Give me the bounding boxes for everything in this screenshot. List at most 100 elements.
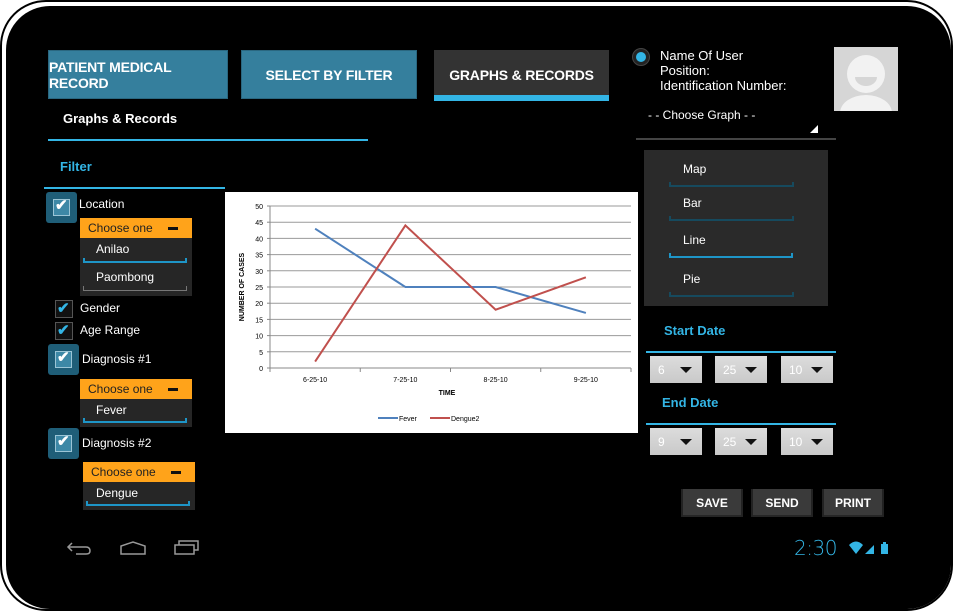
start-year-select[interactable]: 10	[781, 356, 833, 383]
diagnosis1-dropdown[interactable]: Choose one	[80, 379, 192, 399]
tab-patient-medical-record[interactable]: PATIENT MEDICAL RECORD	[48, 50, 228, 99]
back-icon[interactable]	[66, 542, 92, 556]
gender-checkbox[interactable]: ✔	[55, 300, 73, 318]
location-checkbox[interactable]: ✔	[46, 192, 77, 223]
dropdown-label: Choose one	[88, 221, 153, 235]
clock-time: 2:30	[794, 536, 837, 560]
location-option-anilao[interactable]: Anilao	[96, 242, 129, 256]
y-tick-label: 30	[255, 269, 263, 276]
tablet-screen: PATIENT MEDICAL RECORD SELECT BY FILTER …	[6, 6, 951, 609]
send-button[interactable]: SEND	[751, 489, 813, 517]
diagnosis1-checkbox[interactable]: ✔	[48, 344, 79, 375]
end-day-select[interactable]: 25	[715, 428, 767, 455]
end-year-select[interactable]: 10	[781, 428, 833, 455]
location-option-paombong[interactable]: Paombong	[96, 270, 154, 284]
checkmark-icon: ✔	[57, 349, 70, 366]
tab-label: PATIENT MEDICAL RECORD	[49, 58, 172, 91]
y-tick-label: 10	[255, 334, 263, 341]
user-id: Identification Number:	[660, 78, 787, 93]
y-tick-label: 20	[255, 301, 263, 308]
x-tick-label: 8-25-10	[484, 377, 508, 384]
series-line-dengue2	[314, 223, 587, 363]
option-underline	[669, 292, 794, 297]
end-date-divider	[646, 423, 836, 425]
diagnosis1-option-fever[interactable]: Fever	[96, 403, 127, 417]
y-tick-label: 45	[255, 220, 263, 227]
print-button[interactable]: PRINT	[822, 489, 884, 517]
dropdown-arrow-icon	[745, 439, 757, 445]
filter-title: Filter	[60, 159, 92, 174]
dropdown-arrow-icon	[811, 367, 823, 373]
graph-select-underline	[636, 138, 836, 140]
battery-icon	[881, 544, 888, 554]
start-month-select[interactable]: 6	[650, 356, 702, 383]
x-tick-label: 7-25-10	[393, 377, 417, 384]
checkmark-icon: ✔	[57, 300, 70, 317]
y-tick-label: 5	[259, 350, 263, 357]
option-underline	[669, 216, 794, 221]
graph-options-list: Map Bar Line Pie	[644, 150, 828, 306]
tab-select-by-filter[interactable]: SELECT BY FILTER	[241, 50, 417, 99]
x-tick-label: 9-25-10	[574, 377, 598, 384]
location-options: Anilao Paombong	[80, 238, 192, 296]
tab-graphs-records[interactable]: GRAPHS & RECORDS	[434, 50, 609, 101]
recent-apps-icon[interactable]	[174, 540, 200, 556]
dropdown-corner-icon[interactable]	[810, 125, 818, 133]
y-tick-label: 35	[255, 253, 263, 260]
home-icon[interactable]	[120, 541, 146, 556]
line-chart: 0 5 10 15 20 25 30 35 40 45 50 6-25-10 7-25-10 8-25-…	[225, 192, 638, 433]
y-tick-label: 0	[259, 366, 263, 373]
save-button[interactable]: SAVE	[681, 489, 743, 517]
gender-label: Gender	[80, 301, 121, 315]
user-avatar-icon	[840, 55, 892, 111]
select-value: 10	[789, 362, 803, 377]
graph-select-placeholder[interactable]: - - Choose Graph - -	[648, 108, 755, 122]
dropdown-arrow-icon	[680, 439, 692, 445]
location-dropdown[interactable]: Choose one	[80, 218, 192, 238]
option-underline-selected	[83, 258, 187, 263]
diagnosis2-checkbox[interactable]: ✔	[48, 428, 79, 459]
wifi-icon	[849, 541, 863, 554]
chart-svg: 0 5 10 15 20 25 30 35 40 45 50 6-25-10 7-25-10 8-25-…	[239, 204, 632, 423]
tab-label: SELECT BY FILTER	[265, 66, 393, 83]
graph-option-pie[interactable]: Pie	[683, 272, 700, 286]
age-range-label: Age Range	[80, 323, 141, 337]
user-name: Name Of User	[660, 48, 744, 63]
dropdown-label: Choose one	[88, 382, 153, 396]
select-value: 25	[723, 434, 737, 449]
option-underline	[669, 182, 794, 187]
start-day-select[interactable]: 25	[715, 356, 767, 383]
checkmark-icon: ✔	[57, 322, 70, 339]
diagnosis2-options: Dengue	[83, 482, 195, 510]
avatar[interactable]	[834, 47, 898, 111]
diagnosis2-dropdown[interactable]: Choose one	[83, 462, 195, 482]
end-month-select[interactable]: 9	[650, 428, 702, 455]
signal-icon	[865, 545, 874, 554]
select-value: 25	[723, 362, 737, 377]
collapse-icon	[168, 388, 178, 391]
y-tick-label: 50	[255, 204, 263, 211]
section-title: Graphs & Records	[63, 111, 178, 126]
end-date-title: End Date	[662, 395, 719, 410]
user-radio[interactable]	[632, 48, 650, 66]
dropdown-arrow-icon	[745, 367, 757, 373]
y-tick-label: 15	[255, 317, 263, 324]
graph-option-map[interactable]: Map	[683, 162, 706, 176]
graph-option-bar[interactable]: Bar	[683, 196, 702, 210]
y-tick-label: 25	[255, 285, 263, 292]
filter-divider	[44, 187, 225, 189]
option-underline	[83, 286, 187, 291]
collapse-icon	[171, 471, 181, 474]
tab-label: GRAPHS & RECORDS	[449, 66, 594, 83]
graph-option-line[interactable]: Line	[683, 233, 706, 247]
age-range-checkbox[interactable]: ✔	[55, 322, 73, 340]
diagnosis2-option-dengue[interactable]: Dengue	[96, 486, 138, 500]
start-date-divider	[646, 351, 836, 353]
device-frame: PATIENT MEDICAL RECORD SELECT BY FILTER …	[0, 0, 953, 611]
collapse-icon	[168, 227, 178, 230]
dropdown-label: Choose one	[91, 465, 156, 479]
select-value: 10	[789, 434, 803, 449]
x-tick-label: 6-25-10	[303, 377, 327, 384]
diagnosis1-label: Diagnosis #1	[82, 352, 152, 366]
option-underline-selected	[86, 501, 190, 506]
